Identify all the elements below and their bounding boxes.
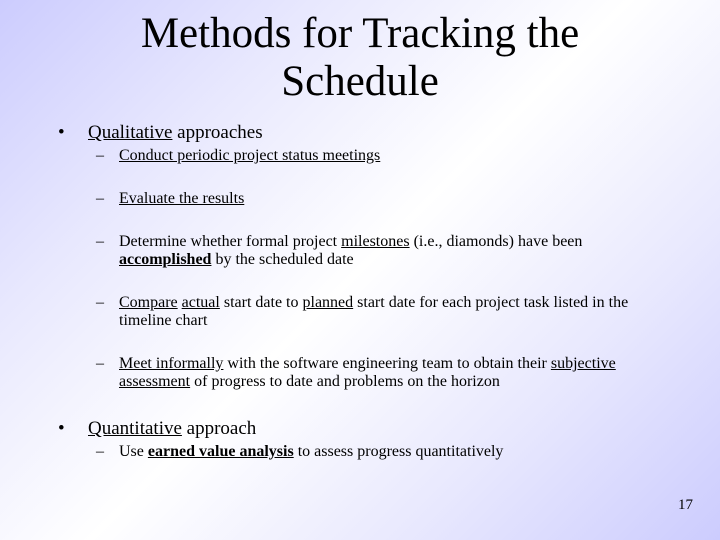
sub-item-text: Use earned value analysis to assess prog…: [119, 443, 504, 460]
meet-informally-term: Meet informally: [119, 355, 224, 372]
slide-title: Methods for Tracking the Schedule: [60, 10, 660, 106]
sub-item-text: Meet informally with the software engine…: [119, 355, 616, 390]
compare-term: Compare: [119, 294, 178, 311]
milestones-term: milestones: [341, 233, 410, 250]
bullet-icon: •: [58, 418, 65, 439]
dash-icon: –: [96, 147, 104, 164]
sub-item-text: Evaluate the results: [119, 190, 245, 207]
bullet-icon: •: [58, 122, 65, 143]
sub-item-text: Conduct periodic project status meetings: [119, 147, 381, 164]
dash-icon: –: [96, 443, 104, 460]
dash-icon: –: [96, 233, 104, 250]
dash-icon: –: [96, 294, 104, 311]
sub-item-text: Compare actual start date to planned sta…: [119, 294, 629, 329]
title-line-1: Methods for Tracking the: [140, 10, 580, 57]
bullet-text: Qualitative approaches: [88, 122, 263, 143]
planned-term: planned: [302, 294, 354, 311]
accomplished-term: accomplished: [119, 251, 212, 268]
earned-value-analysis-term: earned value analysis: [147, 443, 294, 460]
dash-icon: –: [96, 355, 104, 372]
page-number: 17: [678, 497, 693, 513]
title-line-2: Schedule: [281, 58, 439, 105]
actual-term: actual: [181, 294, 220, 311]
dash-icon: –: [96, 190, 104, 207]
quantitative-term: Quantitative: [88, 418, 182, 439]
qualitative-term: Qualitative: [88, 122, 173, 143]
sub-item-text: Determine whether formal project milesto…: [119, 233, 583, 268]
bullet-text: Quantitative approach: [88, 418, 257, 439]
